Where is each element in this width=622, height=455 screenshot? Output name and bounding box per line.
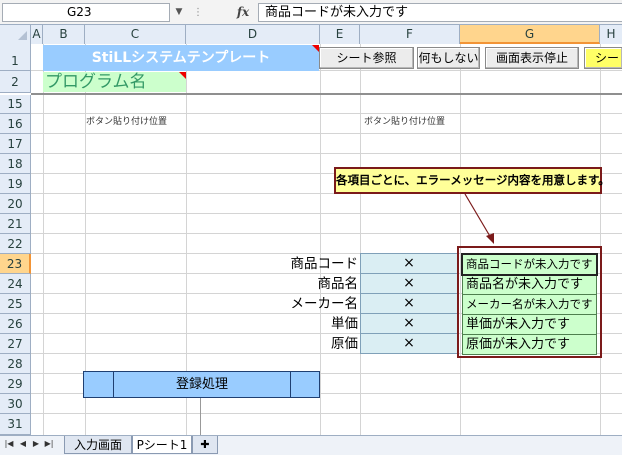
- sheet-button-truncated[interactable]: シー: [584, 47, 622, 69]
- register-button-label[interactable]: 登録処理: [114, 371, 290, 398]
- button-paste-location-right: ボタン貼り付け位置: [364, 117, 446, 127]
- do-nothing-button[interactable]: 何もしない: [417, 47, 480, 69]
- row-header-26[interactable]: 26: [0, 314, 31, 334]
- column-header-d[interactable]: D: [186, 25, 320, 44]
- field-label-product-code: 商品コード: [290, 256, 359, 272]
- column-header-h[interactable]: H: [600, 25, 622, 44]
- column-header-b[interactable]: B: [43, 25, 85, 44]
- column-header-g[interactable]: G: [460, 25, 600, 44]
- row-header-27[interactable]: 27: [0, 334, 31, 354]
- formula-input[interactable]: 商品コードが未入力です: [258, 3, 622, 22]
- select-all-icon: [18, 31, 27, 40]
- field-value-unit-price[interactable]: ×: [360, 313, 458, 334]
- field-label-unit-price: 単価: [331, 316, 358, 332]
- field-label-cost: 原価: [331, 336, 358, 352]
- callout-message: 各項目ごとに、エラーメッセージ内容を用意します。: [334, 167, 610, 194]
- new-sheet-icon[interactable]: ✚: [192, 436, 218, 454]
- error-message-maker-name[interactable]: メーカー名が未入力です: [462, 294, 597, 315]
- insert-function-icon[interactable]: fx: [232, 3, 254, 22]
- row-header-15[interactable]: 15: [0, 95, 31, 114]
- row-header-29[interactable]: 29: [0, 374, 31, 394]
- name-box-dropdown-icon[interactable]: ▼: [172, 3, 186, 22]
- row-header-20[interactable]: 20: [0, 194, 31, 214]
- tab-input-screen[interactable]: 入力画面: [64, 436, 132, 454]
- field-value-maker-name[interactable]: ×: [360, 293, 458, 314]
- formula-bar-grip-icon: ⋮: [193, 7, 203, 18]
- sheet-reference-button[interactable]: シート参照: [319, 47, 414, 69]
- row-header-16[interactable]: 16: [0, 114, 31, 134]
- next-sheet-icon[interactable]: ▶: [31, 437, 41, 451]
- row-header-21[interactable]: 21: [0, 214, 31, 234]
- field-value-product-code[interactable]: ×: [360, 253, 458, 274]
- row-header-24[interactable]: 24: [0, 274, 31, 294]
- column-header-e[interactable]: E: [320, 25, 360, 44]
- row-header-19[interactable]: 19: [0, 174, 31, 194]
- stop-screen-update-button[interactable]: 画面表示停止: [485, 47, 579, 69]
- comment-indicator-icon: [179, 72, 186, 79]
- comment-indicator-icon: [312, 45, 319, 52]
- row-header-25[interactable]: 25: [0, 294, 31, 314]
- row-header-1[interactable]: 1: [0, 44, 31, 71]
- last-sheet-icon[interactable]: ▶|: [44, 437, 54, 451]
- program-name: プログラム名: [43, 72, 186, 92]
- template-title: StiLLシステムテンプレート: [43, 45, 319, 71]
- tab-p-sheet-1[interactable]: Pシート1: [132, 436, 192, 454]
- column-header-c[interactable]: C: [85, 25, 186, 44]
- row-header-28[interactable]: 28: [0, 354, 31, 374]
- callout-arrow: [464, 193, 494, 244]
- button-paste-location-left: ボタン貼り付け位置: [86, 117, 168, 127]
- prev-sheet-icon[interactable]: ◀: [18, 437, 28, 451]
- field-value-product-name[interactable]: ×: [360, 273, 458, 294]
- row-header-31[interactable]: 31: [0, 414, 31, 435]
- row-header-30[interactable]: 30: [0, 394, 31, 414]
- column-header-a[interactable]: A: [31, 25, 43, 44]
- frozen-pane-divider: [31, 93, 622, 95]
- first-sheet-icon[interactable]: |◀: [4, 437, 14, 451]
- field-value-cost[interactable]: ×: [360, 333, 458, 354]
- row-header-18[interactable]: 18: [0, 154, 31, 174]
- error-message-product-name[interactable]: 商品名が未入力です: [462, 274, 597, 295]
- row-header-23[interactable]: 23: [0, 254, 31, 274]
- row-header-22[interactable]: 22: [0, 234, 31, 254]
- field-label-product-name: 商品名: [317, 276, 359, 292]
- register-button-left-segment: [83, 371, 114, 398]
- error-message-unit-price[interactable]: 単価が未入力です: [462, 314, 597, 335]
- active-cell-selection: [461, 253, 598, 276]
- error-message-cost[interactable]: 原価が未入力です: [462, 334, 597, 355]
- connector-line: [200, 398, 201, 435]
- row-header-2[interactable]: 2: [0, 71, 31, 93]
- column-header-f[interactable]: F: [360, 25, 460, 44]
- row-header-17[interactable]: 17: [0, 134, 31, 154]
- register-button-right-segment: [290, 371, 320, 398]
- name-box[interactable]: G23: [2, 3, 170, 22]
- field-label-maker-name: メーカー名: [290, 296, 359, 312]
